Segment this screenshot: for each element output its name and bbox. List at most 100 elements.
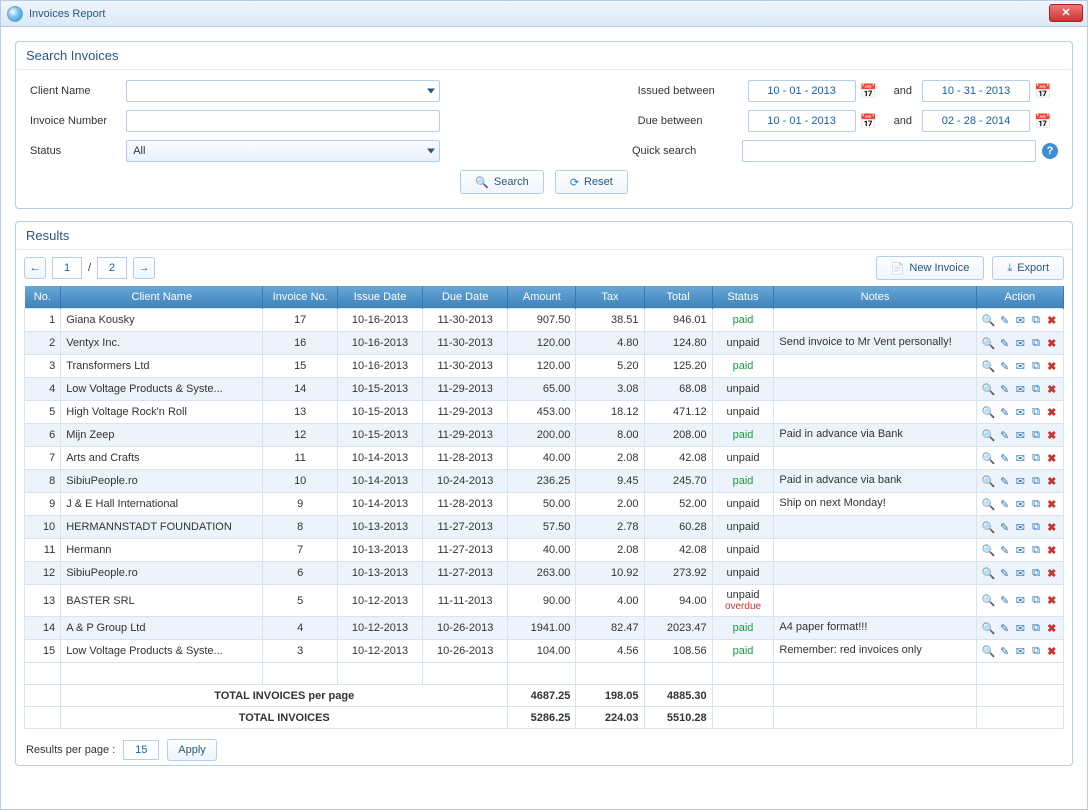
table-row[interactable]: 13 BASTER SRL 5 10-12-2013 11-11-2013 90… bbox=[25, 585, 1064, 617]
edit-icon[interactable]: ✎ bbox=[998, 566, 1011, 580]
pager-next-button[interactable]: → bbox=[133, 257, 155, 279]
issued-to-input[interactable] bbox=[922, 80, 1030, 102]
delete-icon[interactable]: ✖ bbox=[1045, 336, 1058, 350]
table-row[interactable]: 14 A & P Group Ltd 4 10-12-2013 10-26-20… bbox=[25, 617, 1064, 640]
copy-icon[interactable]: ⧉ bbox=[1030, 621, 1043, 635]
table-row[interactable]: 2 Ventyx Inc. 16 10-16-2013 11-30-2013 1… bbox=[25, 332, 1064, 355]
export-button[interactable]: ⤓ Export bbox=[992, 256, 1064, 280]
email-icon[interactable]: ✉ bbox=[1014, 451, 1027, 465]
col-status[interactable]: Status bbox=[712, 286, 774, 309]
delete-icon[interactable]: ✖ bbox=[1045, 359, 1058, 373]
email-icon[interactable]: ✉ bbox=[1014, 313, 1027, 327]
table-row[interactable]: 6 Mijn Zeep 12 10-15-2013 11-29-2013 200… bbox=[25, 424, 1064, 447]
copy-icon[interactable]: ⧉ bbox=[1030, 382, 1043, 396]
table-row[interactable]: 7 Arts and Crafts 11 10-14-2013 11-28-20… bbox=[25, 447, 1064, 470]
due-to-input[interactable] bbox=[922, 110, 1030, 132]
delete-icon[interactable]: ✖ bbox=[1045, 497, 1058, 511]
view-icon[interactable]: 🔍 bbox=[982, 451, 996, 465]
delete-icon[interactable]: ✖ bbox=[1045, 644, 1058, 658]
copy-icon[interactable]: ⧉ bbox=[1030, 474, 1043, 488]
edit-icon[interactable]: ✎ bbox=[998, 451, 1011, 465]
col-notes[interactable]: Notes bbox=[774, 286, 976, 309]
email-icon[interactable]: ✉ bbox=[1014, 428, 1027, 442]
col-invno[interactable]: Invoice No. bbox=[263, 286, 338, 309]
email-icon[interactable]: ✉ bbox=[1014, 382, 1027, 396]
copy-icon[interactable]: ⧉ bbox=[1030, 313, 1043, 327]
edit-icon[interactable]: ✎ bbox=[998, 428, 1011, 442]
copy-icon[interactable]: ⧉ bbox=[1030, 520, 1043, 534]
edit-icon[interactable]: ✎ bbox=[998, 359, 1011, 373]
copy-icon[interactable]: ⧉ bbox=[1030, 497, 1043, 511]
copy-icon[interactable]: ⧉ bbox=[1030, 594, 1043, 608]
reset-button[interactable]: ⟳ Reset bbox=[555, 170, 628, 194]
table-row[interactable]: 10 HERMANNSTADT FOUNDATION 8 10-13-2013 … bbox=[25, 516, 1064, 539]
pager-current-input[interactable] bbox=[52, 257, 82, 279]
copy-icon[interactable]: ⧉ bbox=[1030, 644, 1043, 658]
table-row[interactable]: 11 Hermann 7 10-13-2013 11-27-2013 40.00… bbox=[25, 539, 1064, 562]
view-icon[interactable]: 🔍 bbox=[982, 594, 996, 608]
calendar-icon[interactable]: 📅 bbox=[860, 113, 876, 129]
col-amount[interactable]: Amount bbox=[508, 286, 576, 309]
copy-icon[interactable]: ⧉ bbox=[1030, 336, 1043, 350]
view-icon[interactable]: 🔍 bbox=[982, 543, 996, 557]
apply-button[interactable]: Apply bbox=[167, 739, 217, 761]
due-from-input[interactable] bbox=[748, 110, 856, 132]
email-icon[interactable]: ✉ bbox=[1014, 594, 1027, 608]
client-name-combo[interactable] bbox=[126, 80, 440, 102]
delete-icon[interactable]: ✖ bbox=[1045, 428, 1058, 442]
copy-icon[interactable]: ⧉ bbox=[1030, 451, 1043, 465]
col-action[interactable]: Action bbox=[976, 286, 1063, 309]
table-row[interactable]: 5 High Voltage Rock'n Roll 13 10-15-2013… bbox=[25, 401, 1064, 424]
quick-search-input[interactable] bbox=[742, 140, 1036, 162]
delete-icon[interactable]: ✖ bbox=[1045, 474, 1058, 488]
copy-icon[interactable]: ⧉ bbox=[1030, 405, 1043, 419]
view-icon[interactable]: 🔍 bbox=[982, 313, 996, 327]
col-tax[interactable]: Tax bbox=[576, 286, 644, 309]
edit-icon[interactable]: ✎ bbox=[998, 621, 1011, 635]
calendar-icon[interactable]: 📅 bbox=[1034, 83, 1050, 99]
view-icon[interactable]: 🔍 bbox=[982, 644, 996, 658]
copy-icon[interactable]: ⧉ bbox=[1030, 566, 1043, 580]
email-icon[interactable]: ✉ bbox=[1014, 405, 1027, 419]
delete-icon[interactable]: ✖ bbox=[1045, 594, 1058, 608]
calendar-icon[interactable]: 📅 bbox=[1034, 113, 1050, 129]
copy-icon[interactable]: ⧉ bbox=[1030, 428, 1043, 442]
email-icon[interactable]: ✉ bbox=[1014, 336, 1027, 350]
help-icon[interactable]: ? bbox=[1042, 143, 1058, 159]
invoice-number-input[interactable] bbox=[126, 110, 440, 132]
search-button[interactable]: 🔍 Search bbox=[460, 170, 544, 194]
table-row[interactable]: 15 Low Voltage Products & Syste... 3 10-… bbox=[25, 640, 1064, 663]
edit-icon[interactable]: ✎ bbox=[998, 594, 1011, 608]
edit-icon[interactable]: ✎ bbox=[998, 644, 1011, 658]
email-icon[interactable]: ✉ bbox=[1014, 543, 1027, 557]
view-icon[interactable]: 🔍 bbox=[982, 382, 996, 396]
email-icon[interactable]: ✉ bbox=[1014, 520, 1027, 534]
delete-icon[interactable]: ✖ bbox=[1045, 566, 1058, 580]
email-icon[interactable]: ✉ bbox=[1014, 474, 1027, 488]
edit-icon[interactable]: ✎ bbox=[998, 313, 1011, 327]
edit-icon[interactable]: ✎ bbox=[998, 382, 1011, 396]
new-invoice-button[interactable]: 📄 New Invoice bbox=[876, 256, 985, 280]
view-icon[interactable]: 🔍 bbox=[982, 497, 996, 511]
view-icon[interactable]: 🔍 bbox=[982, 359, 996, 373]
delete-icon[interactable]: ✖ bbox=[1045, 621, 1058, 635]
table-row[interactable]: 3 Transformers Ltd 15 10-16-2013 11-30-2… bbox=[25, 355, 1064, 378]
delete-icon[interactable]: ✖ bbox=[1045, 382, 1058, 396]
edit-icon[interactable]: ✎ bbox=[998, 336, 1011, 350]
view-icon[interactable]: 🔍 bbox=[982, 474, 996, 488]
close-button[interactable]: ✕ bbox=[1049, 4, 1083, 22]
col-issue[interactable]: Issue Date bbox=[337, 286, 422, 309]
pager-prev-button[interactable]: ← bbox=[24, 257, 46, 279]
delete-icon[interactable]: ✖ bbox=[1045, 543, 1058, 557]
edit-icon[interactable]: ✎ bbox=[998, 543, 1011, 557]
table-row[interactable]: 12 SibiuPeople.ro 6 10-13-2013 11-27-201… bbox=[25, 562, 1064, 585]
email-icon[interactable]: ✉ bbox=[1014, 644, 1027, 658]
rpp-input[interactable] bbox=[123, 740, 159, 760]
table-row[interactable]: 8 SibiuPeople.ro 10 10-14-2013 10-24-201… bbox=[25, 470, 1064, 493]
delete-icon[interactable]: ✖ bbox=[1045, 405, 1058, 419]
copy-icon[interactable]: ⧉ bbox=[1030, 543, 1043, 557]
email-icon[interactable]: ✉ bbox=[1014, 497, 1027, 511]
status-combo[interactable]: All bbox=[126, 140, 440, 162]
table-row[interactable]: 9 J & E Hall International 9 10-14-2013 … bbox=[25, 493, 1064, 516]
col-no[interactable]: No. bbox=[25, 286, 61, 309]
